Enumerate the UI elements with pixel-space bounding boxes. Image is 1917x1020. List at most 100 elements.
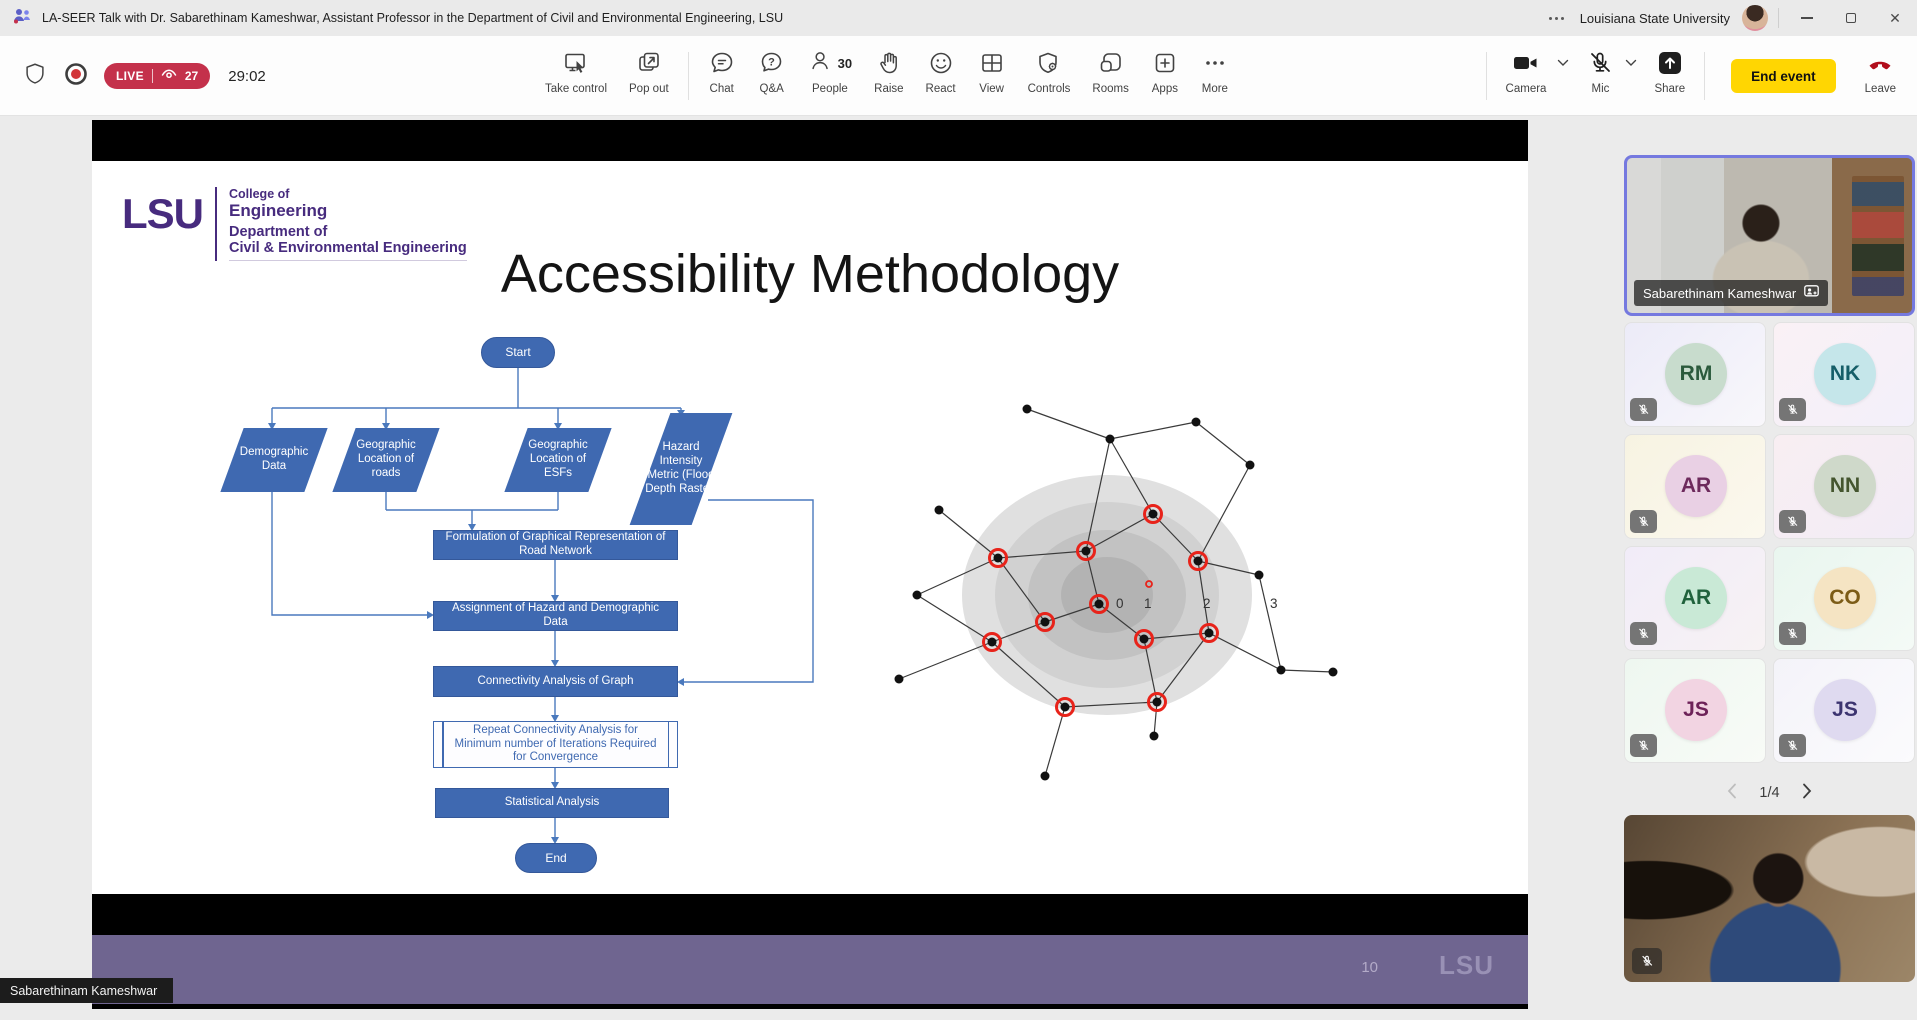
participant-tile[interactable]: CO bbox=[1773, 546, 1915, 651]
raise-hand-icon bbox=[875, 46, 903, 80]
participants-pager: 1/4 bbox=[1624, 778, 1915, 808]
chat-icon bbox=[708, 46, 736, 80]
shield-icon bbox=[22, 60, 48, 93]
road-network-diagram: 0 1 2 3 bbox=[892, 401, 1352, 801]
flowchart-geographic-esfs: Geographic Location of ESFs bbox=[504, 428, 612, 492]
attendee-video[interactable] bbox=[1624, 815, 1915, 982]
slide-footer-lsu-logo: LSU bbox=[1439, 950, 1494, 981]
shared-content-stage: LSU College of Engineering Department of… bbox=[92, 120, 1528, 1009]
mic-muted-badge bbox=[1779, 622, 1806, 645]
flowchart-assignment: Assignment of Hazard and Demographic Dat… bbox=[433, 601, 678, 631]
mic-muted-badge bbox=[1779, 510, 1806, 533]
flowchart-start: Start bbox=[481, 337, 555, 368]
mic-muted-icon bbox=[1586, 46, 1614, 80]
window-title: LA-SEER Talk with Dr. Sabarethinam Kames… bbox=[42, 11, 783, 25]
pager-next-icon[interactable] bbox=[1802, 783, 1812, 804]
avatar: AR bbox=[1665, 567, 1727, 629]
mic-muted-badge bbox=[1630, 398, 1657, 421]
viewers-eye-icon bbox=[161, 67, 177, 85]
share-icon bbox=[1656, 46, 1684, 80]
participant-tile[interactable]: JS bbox=[1773, 658, 1915, 763]
teams-meeting-window: LA-SEER Talk with Dr. Sabarethinam Kames… bbox=[0, 0, 1917, 1020]
apps-button[interactable]: Apps bbox=[1140, 36, 1190, 116]
teams-app-icon bbox=[12, 6, 32, 31]
slide-footer-bar: 10 LSU bbox=[92, 935, 1528, 1004]
end-event-button[interactable]: End event bbox=[1731, 59, 1836, 93]
share-button[interactable]: Share bbox=[1643, 36, 1696, 116]
qna-button[interactable]: ? Q&A bbox=[747, 36, 797, 116]
participant-tile[interactable]: AR bbox=[1624, 434, 1766, 539]
rooms-icon bbox=[1097, 46, 1125, 80]
controls-button[interactable]: Controls bbox=[1017, 36, 1082, 116]
mic-button[interactable]: Mic bbox=[1575, 36, 1625, 116]
flowchart-geographic-roads: Geographic Location of roads bbox=[332, 428, 440, 492]
leave-button[interactable]: Leave bbox=[1854, 36, 1907, 116]
mic-options-chevron[interactable] bbox=[1625, 36, 1643, 116]
restore-button[interactable] bbox=[1829, 0, 1873, 36]
pager-count: 1/4 bbox=[1759, 785, 1779, 801]
controls-shield-gear-icon bbox=[1035, 46, 1063, 80]
avatar: NN bbox=[1814, 455, 1876, 517]
camera-icon bbox=[1511, 46, 1541, 80]
pop-out-button[interactable]: Pop out bbox=[618, 36, 680, 116]
bookshelf-background bbox=[1852, 176, 1904, 296]
avatar: CO bbox=[1814, 567, 1876, 629]
active-speaker-video[interactable]: Sabarethinam Kameshwar bbox=[1624, 155, 1915, 316]
close-button[interactable]: ✕ bbox=[1873, 0, 1917, 36]
live-badge: LIVE 27 bbox=[104, 63, 210, 89]
participant-tile[interactable]: NK bbox=[1773, 322, 1915, 427]
avatar: RM bbox=[1665, 343, 1727, 405]
rooms-button[interactable]: Rooms bbox=[1081, 36, 1139, 116]
org-name: Louisiana State University bbox=[1580, 11, 1730, 26]
camera-button[interactable]: Camera bbox=[1495, 36, 1558, 116]
ring-label-2: 2 bbox=[1203, 596, 1211, 611]
apps-plus-icon bbox=[1151, 46, 1179, 80]
meeting-toolbar: LIVE 27 29:02 Take control Pop out bbox=[0, 36, 1917, 116]
minimize-button[interactable] bbox=[1785, 0, 1829, 36]
people-button[interactable]: 30 People bbox=[797, 36, 863, 116]
react-button[interactable]: React bbox=[915, 36, 967, 116]
avatar: JS bbox=[1814, 679, 1876, 741]
viewer-count: 27 bbox=[185, 69, 198, 83]
live-label: LIVE bbox=[116, 69, 144, 83]
presentation-slide: LSU College of Engineering Department of… bbox=[92, 161, 1528, 894]
view-button[interactable]: View bbox=[967, 36, 1017, 116]
titlebar-more-options-icon[interactable] bbox=[1533, 17, 1580, 20]
pop-out-icon bbox=[635, 46, 663, 80]
speaker-name-label: Sabarethinam Kameshwar bbox=[1634, 280, 1828, 306]
mic-muted-badge bbox=[1632, 948, 1662, 974]
avatar: JS bbox=[1665, 679, 1727, 741]
mic-muted-badge bbox=[1630, 734, 1657, 757]
participant-tile[interactable]: RM bbox=[1624, 322, 1766, 427]
presenter-name-tag: Sabarethinam Kameshwar bbox=[0, 978, 173, 1003]
avatar: NK bbox=[1814, 343, 1876, 405]
react-smiley-icon bbox=[927, 46, 955, 80]
participant-tile[interactable]: JS bbox=[1624, 658, 1766, 763]
svg-text:?: ? bbox=[768, 57, 775, 69]
more-dots-icon bbox=[1201, 46, 1229, 80]
more-button[interactable]: More bbox=[1190, 36, 1240, 116]
record-indicator-icon[interactable] bbox=[62, 60, 90, 93]
ring-label-0: 0 bbox=[1116, 596, 1124, 611]
mic-muted-badge bbox=[1779, 734, 1806, 757]
mic-muted-badge bbox=[1630, 510, 1657, 533]
raise-hand-button[interactable]: Raise bbox=[863, 36, 914, 116]
pager-prev-icon[interactable] bbox=[1727, 783, 1737, 804]
participant-tile[interactable]: NN bbox=[1773, 434, 1915, 539]
ring-label-3: 3 bbox=[1270, 596, 1278, 611]
people-icon bbox=[808, 47, 834, 80]
participant-tile[interactable]: AR bbox=[1624, 546, 1766, 651]
slide-title: Accessibility Methodology bbox=[92, 243, 1528, 305]
camera-options-chevron[interactable] bbox=[1557, 36, 1575, 116]
user-avatar[interactable] bbox=[1742, 5, 1768, 31]
mic-muted-badge bbox=[1630, 622, 1657, 645]
flowchart-connectivity: Connectivity Analysis of Graph bbox=[433, 666, 678, 697]
network-center-marker bbox=[1146, 581, 1152, 587]
meeting-timer: 29:02 bbox=[228, 68, 266, 85]
flowchart-hazard-intensity: Hazard Intensity Metric (Flood Depth Ras… bbox=[630, 413, 732, 525]
chat-button[interactable]: Chat bbox=[697, 36, 747, 116]
take-control-button[interactable]: Take control bbox=[534, 36, 618, 116]
spotlight-icon bbox=[1804, 285, 1819, 301]
mic-muted-badge bbox=[1779, 398, 1806, 421]
take-control-icon bbox=[562, 46, 590, 80]
